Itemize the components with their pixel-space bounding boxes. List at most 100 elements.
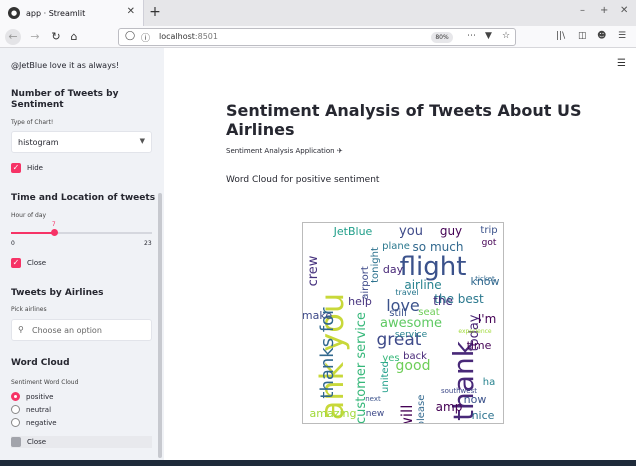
- close-map-checkbox-label: Close: [27, 259, 47, 267]
- word-cloud-word: ticket: [475, 275, 495, 283]
- word-cloud-word: please: [416, 395, 427, 423]
- word-cloud-image: flight thank you thanks for love great thank c…: [302, 222, 504, 424]
- word-cloud-word: got: [482, 238, 497, 248]
- word-cloud-word: the: [433, 294, 453, 308]
- radio-neutral-label: neutral: [26, 406, 52, 414]
- word-cloud-word: united: [380, 361, 391, 393]
- url-host: localhost: [159, 32, 195, 41]
- word-cloud-word: amp: [436, 400, 463, 414]
- os-taskbar: [0, 460, 636, 466]
- library-icon[interactable]: ||\: [556, 31, 565, 41]
- radio-negative-label: negative: [26, 419, 57, 427]
- streamlit-favicon-icon: ●: [8, 7, 20, 19]
- hide-checkbox-label: Hide: [27, 164, 43, 172]
- menu-icon[interactable]: ☰: [618, 31, 626, 41]
- chart-type-select[interactable]: histogram ▼: [11, 131, 152, 153]
- slider-thumb[interactable]: [50, 229, 58, 236]
- search-icon: ⚲: [18, 325, 24, 334]
- slider-max-label: 23: [144, 240, 152, 247]
- word-cloud-word: service: [395, 330, 428, 340]
- word-cloud-word: will: [398, 405, 416, 423]
- word-cloud-word: I'm: [478, 312, 497, 326]
- word-cloud-word: yes: [382, 353, 399, 364]
- page-subtitle: Sentiment Analysis Application ✈: [226, 147, 343, 155]
- word-cloud-word: next: [365, 395, 381, 403]
- word-cloud-word: JetBlue: [333, 225, 373, 238]
- random-tweet-text: @JetBlue love it as always!: [11, 61, 120, 70]
- maximize-window-icon[interactable]: +: [600, 5, 608, 16]
- close-window-icon[interactable]: ✕: [620, 5, 628, 16]
- time-location-heading: Time and Location of tweets: [11, 193, 156, 203]
- word-cloud-svg: flightthank youthanks forlovegreatthankc…: [303, 224, 500, 423]
- word-cloud-word: experience: [458, 328, 492, 335]
- close-wordcloud-checkbox[interactable]: [11, 437, 21, 447]
- word-cloud-word: make: [303, 309, 332, 322]
- word-cloud-word: still: [389, 308, 406, 319]
- airlines-heading: Tweets by Airlines: [11, 288, 104, 298]
- sidebar-toggle-icon[interactable]: ◫: [578, 31, 587, 41]
- page-actions-icon[interactable]: ⋯: [467, 31, 476, 41]
- word-cloud-word: new: [366, 409, 385, 419]
- close-wordcloud-checkbox-label: Close: [27, 438, 47, 446]
- bookmark-star-icon[interactable]: ☆: [502, 31, 510, 41]
- slider-min-label: 0: [11, 240, 15, 247]
- close-map-checkbox[interactable]: ✓: [11, 258, 21, 268]
- tab-close-icon[interactable]: ✕: [127, 6, 135, 17]
- word-cloud-word: amazing: [310, 407, 357, 420]
- radio-positive-label: positive: [26, 393, 54, 401]
- word-cloud-word: nice: [472, 409, 495, 422]
- url-bar[interactable]: ◯ ⓘ localhost:8501 80% ⋯ ▼ ☆: [118, 28, 516, 46]
- hour-slider[interactable]: [11, 229, 152, 236]
- forward-arrow-icon[interactable]: →: [27, 29, 43, 45]
- slider-fill: [11, 232, 54, 234]
- word-cloud-word: so much: [413, 240, 464, 254]
- anchor-link-icon[interactable]: ✈: [337, 147, 343, 155]
- airlines-placeholder: Choose an option: [32, 326, 102, 335]
- word-cloud-section-label: Word Cloud for positive sentiment: [226, 175, 380, 185]
- browser-nav-bar: ← → ↻ ⌂ ◯ ⓘ localhost:8501 80% ⋯ ▼ ☆ ||\…: [0, 26, 636, 48]
- page-title: Sentiment Analysis of Tweets About US Ai…: [226, 101, 582, 139]
- word-cloud-word: guy: [440, 224, 462, 238]
- account-icon[interactable]: ☻: [597, 31, 606, 41]
- minimize-window-icon[interactable]: –: [580, 5, 585, 16]
- home-icon[interactable]: ⌂: [66, 29, 82, 45]
- slider-value-label: 7: [51, 221, 56, 228]
- info-icon[interactable]: ⓘ: [141, 31, 150, 44]
- sidebar-scrollbar[interactable]: [158, 193, 162, 458]
- main-content: ☰ Sentiment Analysis of Tweets About US …: [164, 48, 636, 460]
- back-arrow-icon[interactable]: ←: [5, 29, 21, 45]
- word-cloud-word: seat: [418, 307, 439, 318]
- word-cloud-word: you: [399, 224, 423, 239]
- radio-negative[interactable]: [11, 418, 20, 427]
- pick-airlines-label: Pick airlines: [11, 306, 47, 313]
- tab-title: app · Streamlit: [26, 8, 86, 18]
- zoom-level-badge[interactable]: 80%: [431, 32, 453, 43]
- sidebar: @JetBlue love it as always! Number of Tw…: [0, 48, 164, 460]
- word-cloud-word: trip: [480, 225, 497, 236]
- word-cloud-word: tonight: [370, 247, 381, 283]
- word-cloud-word: ha: [483, 377, 495, 388]
- url-text[interactable]: localhost:8501: [159, 32, 218, 41]
- url-port: :8501: [194, 32, 218, 41]
- browser-tab-bar: ● app · Streamlit ✕ + – + ✕: [0, 0, 636, 26]
- hide-checkbox[interactable]: ✓: [11, 163, 21, 173]
- word-cloud-word: southwest: [441, 387, 477, 395]
- airlines-multiselect[interactable]: ⚲ Choose an option: [11, 319, 152, 341]
- word-cloud-word: travel: [395, 288, 418, 297]
- reload-icon[interactable]: ↻: [48, 29, 64, 45]
- browser-tab[interactable]: ● app · Streamlit ✕: [0, 0, 144, 26]
- tweets-count-heading: Number of Tweets by Sentiment: [11, 89, 119, 110]
- radio-positive[interactable]: [11, 392, 20, 401]
- sentiment-word-cloud-label: Sentiment Word Cloud: [11, 379, 79, 386]
- hamburger-menu-icon[interactable]: ☰: [617, 58, 626, 69]
- word-cloud-word: back: [403, 351, 427, 362]
- pocket-icon[interactable]: ▼: [485, 31, 492, 41]
- word-cloud-word: airport: [360, 266, 371, 300]
- radio-neutral[interactable]: [11, 405, 20, 414]
- new-tab-icon[interactable]: +: [146, 3, 164, 21]
- shield-icon[interactable]: ◯: [125, 31, 135, 41]
- chart-type-label: Type of Chart!: [11, 119, 54, 126]
- word-cloud-word: time: [467, 339, 492, 352]
- chart-type-value: histogram: [18, 138, 59, 147]
- chevron-down-icon: ▼: [139, 137, 145, 145]
